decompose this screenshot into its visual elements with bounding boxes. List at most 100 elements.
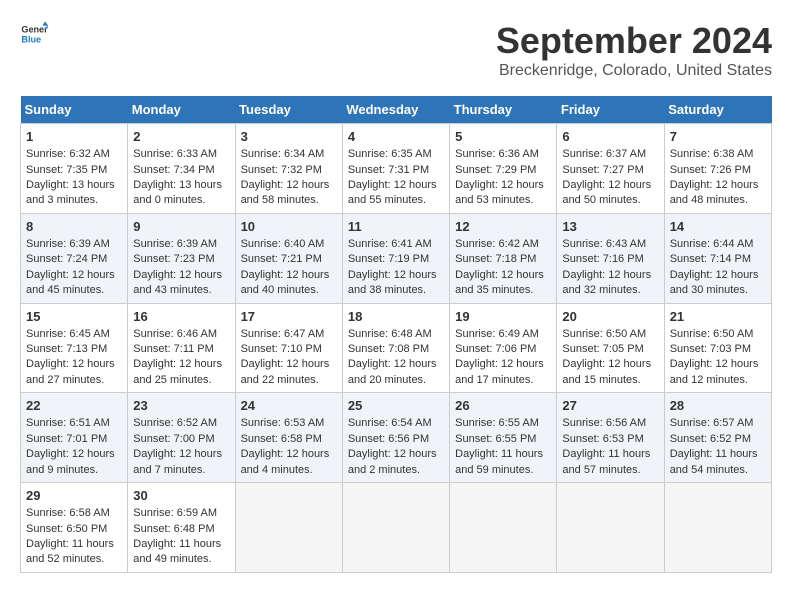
day-info-line: Sunrise: 6:35 AM (348, 147, 444, 162)
day-number: 23 (133, 397, 229, 415)
day-number: 9 (133, 218, 229, 236)
day-info-line: Sunrise: 6:45 AM (26, 327, 122, 342)
svg-text:Blue: Blue (21, 34, 41, 44)
day-info-line: Sunrise: 6:56 AM (562, 416, 658, 431)
col-header-saturday: Saturday (664, 96, 771, 124)
day-info-line: Sunset: 6:53 PM (562, 432, 658, 447)
day-info-line: and 15 minutes. (562, 373, 658, 388)
day-info-line: and 38 minutes. (348, 283, 444, 298)
day-info-line: Sunrise: 6:54 AM (348, 416, 444, 431)
day-info-line: Sunset: 7:34 PM (133, 163, 229, 178)
calendar-cell (342, 483, 449, 573)
day-info-line: Sunset: 7:21 PM (241, 252, 337, 267)
day-number: 8 (26, 218, 122, 236)
day-info-line: Sunrise: 6:44 AM (670, 237, 766, 252)
day-number: 1 (26, 128, 122, 146)
day-info-line: Daylight: 12 hours (455, 268, 551, 283)
day-info-line: Sunrise: 6:57 AM (670, 416, 766, 431)
day-info-line: and 58 minutes. (241, 193, 337, 208)
day-number: 21 (670, 308, 766, 326)
day-info-line: Sunrise: 6:52 AM (133, 416, 229, 431)
day-info-line: Sunrise: 6:59 AM (133, 506, 229, 521)
day-info-line: Sunrise: 6:32 AM (26, 147, 122, 162)
day-number: 4 (348, 128, 444, 146)
col-header-sunday: Sunday (21, 96, 128, 124)
day-info-line: Sunrise: 6:48 AM (348, 327, 444, 342)
calendar-cell: 16Sunrise: 6:46 AMSunset: 7:11 PMDayligh… (128, 303, 235, 393)
day-info-line: and 48 minutes. (670, 193, 766, 208)
day-info-line: and 20 minutes. (348, 373, 444, 388)
day-info-line: Daylight: 11 hours (133, 537, 229, 552)
col-header-friday: Friday (557, 96, 664, 124)
day-info-line: Sunset: 7:11 PM (133, 342, 229, 357)
calendar-cell: 26Sunrise: 6:55 AMSunset: 6:55 PMDayligh… (450, 393, 557, 483)
day-info-line: Daylight: 12 hours (348, 357, 444, 372)
day-info-line: Sunrise: 6:51 AM (26, 416, 122, 431)
calendar-cell: 19Sunrise: 6:49 AMSunset: 7:06 PMDayligh… (450, 303, 557, 393)
day-info-line: Sunset: 7:10 PM (241, 342, 337, 357)
day-number: 10 (241, 218, 337, 236)
day-info-line: and 9 minutes. (26, 463, 122, 478)
day-number: 24 (241, 397, 337, 415)
week-row-5: 29Sunrise: 6:58 AMSunset: 6:50 PMDayligh… (21, 483, 772, 573)
day-info-line: Sunset: 6:48 PM (133, 522, 229, 537)
day-info-line: Sunrise: 6:50 AM (562, 327, 658, 342)
day-info-line: Sunrise: 6:36 AM (455, 147, 551, 162)
week-row-2: 8Sunrise: 6:39 AMSunset: 7:24 PMDaylight… (21, 213, 772, 303)
day-info-line: Daylight: 12 hours (670, 178, 766, 193)
day-number: 30 (133, 487, 229, 505)
day-number: 13 (562, 218, 658, 236)
calendar-cell: 17Sunrise: 6:47 AMSunset: 7:10 PMDayligh… (235, 303, 342, 393)
day-info-line: Daylight: 12 hours (348, 178, 444, 193)
day-info-line: Sunset: 7:35 PM (26, 163, 122, 178)
calendar-cell: 1Sunrise: 6:32 AMSunset: 7:35 PMDaylight… (21, 124, 128, 214)
calendar-cell: 3Sunrise: 6:34 AMSunset: 7:32 PMDaylight… (235, 124, 342, 214)
day-info-line: Sunset: 7:18 PM (455, 252, 551, 267)
calendar-cell: 23Sunrise: 6:52 AMSunset: 7:00 PMDayligh… (128, 393, 235, 483)
calendar-cell (664, 483, 771, 573)
col-header-wednesday: Wednesday (342, 96, 449, 124)
calendar-cell: 13Sunrise: 6:43 AMSunset: 7:16 PMDayligh… (557, 213, 664, 303)
calendar-cell: 9Sunrise: 6:39 AMSunset: 7:23 PMDaylight… (128, 213, 235, 303)
day-info-line: Sunrise: 6:58 AM (26, 506, 122, 521)
day-info-line: and 32 minutes. (562, 283, 658, 298)
calendar-title: September 2024 (496, 20, 772, 62)
title-section: September 2024 Breckenridge, Colorado, U… (496, 20, 772, 80)
day-number: 14 (670, 218, 766, 236)
day-info-line: Sunrise: 6:38 AM (670, 147, 766, 162)
day-number: 27 (562, 397, 658, 415)
day-info-line: Sunrise: 6:53 AM (241, 416, 337, 431)
calendar-cell: 4Sunrise: 6:35 AMSunset: 7:31 PMDaylight… (342, 124, 449, 214)
day-info-line: Daylight: 13 hours (133, 178, 229, 193)
day-info-line: Sunset: 7:13 PM (26, 342, 122, 357)
calendar-cell: 30Sunrise: 6:59 AMSunset: 6:48 PMDayligh… (128, 483, 235, 573)
day-info-line: Sunset: 7:27 PM (562, 163, 658, 178)
day-number: 5 (455, 128, 551, 146)
day-info-line: and 40 minutes. (241, 283, 337, 298)
day-info-line: Daylight: 11 hours (26, 537, 122, 552)
day-number: 2 (133, 128, 229, 146)
day-info-line: Sunset: 6:52 PM (670, 432, 766, 447)
day-number: 7 (670, 128, 766, 146)
day-info-line: Daylight: 12 hours (455, 178, 551, 193)
day-info-line: Sunset: 6:56 PM (348, 432, 444, 447)
week-row-3: 15Sunrise: 6:45 AMSunset: 7:13 PMDayligh… (21, 303, 772, 393)
day-info-line: Daylight: 12 hours (133, 447, 229, 462)
day-info-line: and 52 minutes. (26, 552, 122, 567)
calendar-cell: 14Sunrise: 6:44 AMSunset: 7:14 PMDayligh… (664, 213, 771, 303)
svg-text:General: General (21, 25, 48, 35)
day-info-line: Sunrise: 6:33 AM (133, 147, 229, 162)
day-info-line: and 22 minutes. (241, 373, 337, 388)
day-info-line: Daylight: 12 hours (562, 178, 658, 193)
day-info-line: Sunset: 7:31 PM (348, 163, 444, 178)
day-info-line: Sunrise: 6:43 AM (562, 237, 658, 252)
day-info-line: and 43 minutes. (133, 283, 229, 298)
day-number: 22 (26, 397, 122, 415)
day-number: 11 (348, 218, 444, 236)
day-info-line: Daylight: 12 hours (26, 268, 122, 283)
calendar-cell: 25Sunrise: 6:54 AMSunset: 6:56 PMDayligh… (342, 393, 449, 483)
day-info-line: Sunrise: 6:50 AM (670, 327, 766, 342)
calendar-cell: 18Sunrise: 6:48 AMSunset: 7:08 PMDayligh… (342, 303, 449, 393)
calendar-cell (235, 483, 342, 573)
day-info-line: and 0 minutes. (133, 193, 229, 208)
